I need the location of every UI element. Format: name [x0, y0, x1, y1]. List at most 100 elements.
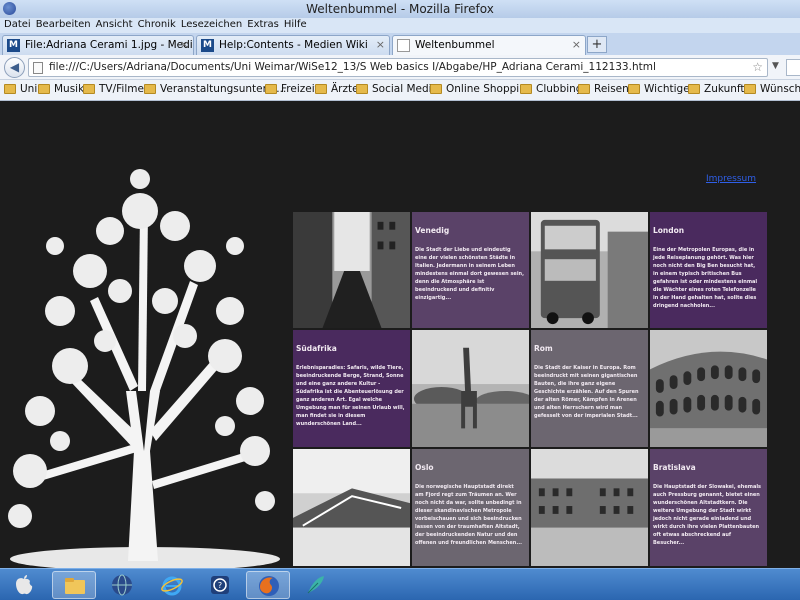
oslo-info: Oslo Die norwegische Hauptstadt direkt a…	[411, 448, 530, 567]
tab-file-adriana[interactable]: M File:Adriana Cerami 1.jpg - Medien W..…	[2, 35, 194, 55]
globe-icon	[112, 574, 132, 596]
menu-ansicht[interactable]: Ansicht	[96, 18, 138, 33]
bookmark-wichtiges[interactable]: Wichtiges	[628, 83, 695, 95]
help-icon: ?	[211, 576, 229, 594]
menu-bearbeiten[interactable]: Bearbeiten	[36, 18, 96, 33]
city-title-venedig: Venedig	[415, 226, 450, 235]
city-text-bratislava: Die Hauptstadt der Slowakei, ehemals auc…	[653, 484, 762, 546]
menu-hilfe[interactable]: Hilfe	[284, 18, 312, 33]
folder-icon	[356, 84, 368, 94]
tab-strip: M File:Adriana Cerami 1.jpg - Medien W..…	[0, 33, 800, 55]
mediawiki-favicon-icon: M	[201, 39, 214, 52]
city-title-london: London	[653, 226, 685, 235]
giraffe-image	[412, 330, 529, 447]
rom-info: Rom Die Stadt der Kaiser in Europa. Rom …	[530, 329, 649, 448]
url-bar[interactable]: file:///C:/Users/Adriana/Documents/Uni W…	[28, 58, 768, 77]
taskbar-explorer[interactable]	[52, 571, 96, 599]
bookmark-clubbing[interactable]: Clubbing	[520, 83, 582, 95]
new-tab-button[interactable]: +	[587, 36, 607, 53]
venice-photo[interactable]	[292, 211, 411, 329]
city-title-rom: Rom	[534, 344, 553, 353]
tab-label: File:Adriana Cerami 1.jpg - Medien W...	[25, 39, 193, 51]
impressum-link[interactable]: Impressum	[706, 174, 756, 184]
city-text-rom: Die Stadt der Kaiser in Europa. Rom beei…	[534, 365, 639, 419]
start-button[interactable]	[2, 571, 46, 599]
venice-info: Venedig Die Stadt der Liebe und eindeuti…	[411, 211, 530, 329]
window-title: Weltenbummel - Mozilla Firefox	[306, 2, 494, 16]
apple-start-icon	[16, 575, 33, 595]
city-text-suedafrika: Erlebnisparadies: Safaris, wilde Tiere, …	[296, 365, 405, 427]
oslo-opera-image	[293, 449, 410, 566]
folder-icon	[578, 84, 590, 94]
chevron-down-icon[interactable]: ▼	[772, 61, 779, 71]
menu-chronik[interactable]: Chronik	[138, 18, 181, 33]
page-content: Impressum Venedig Die Stadt der Liebe un…	[0, 101, 800, 568]
city-title-bratislava: Bratislava	[653, 463, 696, 472]
tab-weltenbummel[interactable]: Weltenbummel ×	[392, 35, 586, 55]
bookmark-reisen[interactable]: Reisen	[578, 83, 629, 95]
folder-icon	[265, 84, 277, 94]
city-text-venedig: Die Stadt der Liebe und eindeutig eine d…	[415, 247, 524, 301]
blank-page-icon	[397, 39, 410, 52]
london-bus-image	[531, 212, 648, 328]
menu-lesezeichen[interactable]: Lesezeichen	[181, 18, 247, 33]
travel-grid: Venedig Die Stadt der Liebe und eindeuti…	[292, 211, 768, 567]
rom-photo[interactable]	[649, 329, 768, 448]
taskbar-help[interactable]: ?	[198, 571, 242, 599]
bookmark-aerzte[interactable]: Ärzte	[315, 83, 359, 95]
oslo-photo[interactable]	[292, 448, 411, 567]
search-input[interactable]	[786, 59, 800, 76]
taskbar: ?	[0, 568, 800, 600]
url-text: file:///C:/Users/Adriana/Documents/Uni W…	[49, 61, 656, 73]
folder-icon	[628, 84, 640, 94]
bookmark-online-shopping[interactable]: Online Shopping	[430, 83, 533, 95]
city-text-london: Eine der Metropolen Europas, die in jede…	[653, 247, 758, 309]
tab-label: Weltenbummel	[415, 39, 495, 51]
bratislava-photo[interactable]	[530, 448, 649, 567]
close-icon[interactable]: ×	[180, 38, 189, 51]
taskbar-internet-explorer[interactable]	[150, 571, 194, 599]
internet-explorer-icon	[161, 576, 183, 596]
bookmark-tv-filme[interactable]: TV/Filme	[83, 83, 144, 95]
bookmark-musik[interactable]: Musik	[38, 83, 84, 95]
taskbar-globe[interactable]	[100, 571, 144, 599]
bookmark-uni[interactable]: Uni	[4, 83, 37, 95]
menu-bar: Datei Bearbeiten Ansicht Chronik Lesezei…	[0, 18, 800, 33]
city-text-oslo: Die norwegische Hauptstadt direkt am Fjo…	[415, 484, 523, 546]
venice-canal-image	[293, 212, 410, 328]
tab-label: Help:Contents - Medien Wiki	[219, 39, 368, 51]
page-icon	[33, 62, 43, 74]
city-title-oslo: Oslo	[415, 463, 434, 472]
bratislava-square-image	[531, 449, 648, 566]
close-icon[interactable]: ×	[572, 38, 581, 51]
folder-icon	[4, 84, 16, 94]
folder-icon	[688, 84, 700, 94]
svg-text:?: ?	[218, 581, 222, 590]
bookmark-freizeit[interactable]: Freizeit	[265, 83, 319, 95]
bookmark-wuensche[interactable]: Wünsche	[744, 83, 800, 95]
bookmark-zukunft[interactable]: Zukunft	[688, 83, 745, 95]
bookmark-star-icon[interactable]: ☆	[752, 60, 763, 74]
close-icon[interactable]: ×	[376, 38, 385, 51]
taskbar-firefox[interactable]	[246, 571, 290, 599]
firefox-icon	[259, 576, 279, 596]
back-button[interactable]: ◀	[4, 57, 25, 78]
taskbar-feather[interactable]	[294, 571, 338, 599]
bookmarks-bar: Uni Musik TV/Filme Veranstaltungsunterla…	[0, 80, 800, 101]
folder-icon	[744, 84, 756, 94]
navigation-bar: ◀ file:///C:/Users/Adriana/Documents/Uni…	[0, 55, 800, 80]
suedafrika-photo[interactable]	[411, 329, 530, 448]
menu-datei[interactable]: Datei	[4, 18, 36, 33]
tree-silhouette-image	[0, 151, 293, 568]
london-photo[interactable]	[530, 211, 649, 329]
window-titlebar: Weltenbummel - Mozilla Firefox	[0, 0, 800, 18]
tab-help-contents[interactable]: M Help:Contents - Medien Wiki ×	[196, 35, 390, 55]
folder-icon	[315, 84, 327, 94]
city-title-suedafrika: Südafrika	[296, 344, 337, 353]
menu-extras[interactable]: Extras	[247, 18, 284, 33]
bookmark-social-media[interactable]: Social Media	[356, 83, 438, 95]
feather-icon	[307, 576, 324, 594]
folder-icon	[520, 84, 532, 94]
mediawiki-favicon-icon: M	[7, 39, 20, 52]
folder-icon	[65, 578, 85, 594]
